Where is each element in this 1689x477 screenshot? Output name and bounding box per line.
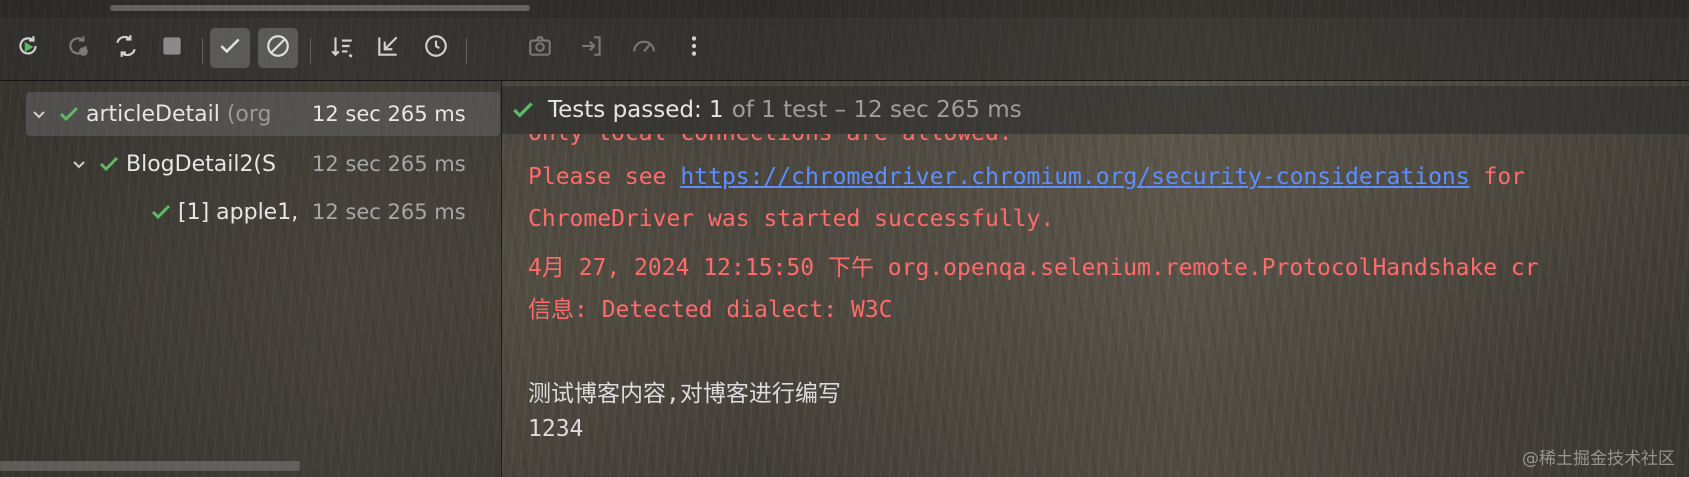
show-ignored-toggle[interactable] bbox=[258, 28, 298, 68]
more-options-button[interactable] bbox=[674, 28, 714, 68]
more-vertical-icon bbox=[681, 33, 707, 63]
tree-item-duration: 12 sec 265 ms bbox=[312, 152, 466, 176]
toolbar-divider bbox=[202, 38, 203, 64]
check-passed-icon bbox=[52, 102, 86, 126]
rerun-button[interactable] bbox=[8, 28, 48, 68]
console-line: ChromeDriver was started successfully. bbox=[528, 206, 1055, 232]
speedometer-icon bbox=[631, 33, 657, 63]
console-line: Only local connections are allowed. bbox=[528, 134, 1013, 146]
rerun-icon bbox=[15, 33, 41, 63]
show-passed-toggle[interactable] bbox=[210, 28, 250, 68]
chevron-down-icon[interactable] bbox=[66, 156, 92, 172]
check-passed-icon bbox=[92, 152, 126, 176]
checkmark-icon bbox=[217, 33, 243, 63]
chevron-down-icon[interactable] bbox=[26, 106, 52, 122]
tests-passed-label: Tests passed: 1 bbox=[548, 97, 724, 123]
test-status-bar: Tests passed: 1 of 1 test – 12 sec 265 m… bbox=[502, 86, 1689, 134]
console-line: Please see https://chromedriver.chromium… bbox=[528, 164, 1525, 190]
tree-item-articleDetail[interactable]: articleDetail (org 12 sec 265 ms bbox=[26, 92, 500, 136]
ban-icon bbox=[265, 33, 291, 63]
check-passed-icon bbox=[510, 97, 536, 123]
test-tree-panel bbox=[0, 81, 502, 477]
collapse-icon bbox=[375, 33, 401, 63]
toggle-auto-test-button[interactable] bbox=[106, 28, 146, 68]
sort-button[interactable] bbox=[322, 28, 362, 68]
watermark: @稀土掘金技术社区 bbox=[1522, 449, 1675, 469]
import-icon bbox=[579, 33, 605, 63]
console-text: Please see bbox=[528, 164, 681, 190]
history-icon bbox=[423, 33, 449, 63]
screenshot-button[interactable] bbox=[520, 28, 560, 68]
tree-item-label: articleDetail (org bbox=[86, 101, 272, 127]
tree-item-apple1[interactable]: [1] apple1, 12 sec 265 ms bbox=[144, 190, 500, 234]
stop-icon bbox=[159, 33, 185, 63]
tree-item-label: BlogDetail2(S bbox=[126, 151, 276, 177]
console-line: 4月 27, 2024 12:15:50 下午 org.openqa.selen… bbox=[528, 255, 1539, 281]
speedometer-button[interactable] bbox=[624, 28, 664, 68]
collapse-button[interactable] bbox=[368, 28, 408, 68]
console-line: 信息: Detected dialect: W3C bbox=[528, 297, 893, 323]
top-scrollbar[interactable] bbox=[110, 5, 530, 11]
console-output[interactable]: Only local connections are allowed. Plea… bbox=[528, 134, 1689, 477]
camera-icon bbox=[527, 33, 553, 63]
console-text: for bbox=[1469, 164, 1526, 190]
toolbar-divider bbox=[466, 38, 467, 64]
rerun-failed-icon bbox=[65, 33, 91, 63]
import-button[interactable] bbox=[572, 28, 612, 68]
stop-button[interactable] bbox=[152, 28, 192, 68]
console-line: 测试博客内容,对博客进行编写 bbox=[528, 381, 841, 407]
check-passed-icon bbox=[144, 200, 178, 224]
tree-item-label: [1] apple1, bbox=[178, 199, 299, 225]
security-link[interactable]: https://chromedriver.chromium.org/securi… bbox=[680, 164, 1469, 190]
console-line: 1234 bbox=[528, 416, 584, 442]
tree-item-BlogDetail2[interactable]: BlogDetail2(S 12 sec 265 ms bbox=[66, 142, 500, 186]
tree-horizontal-scrollbar[interactable] bbox=[0, 461, 300, 471]
toolbar-divider bbox=[310, 38, 311, 64]
tree-item-duration: 12 sec 265 ms bbox=[312, 102, 466, 126]
rerun-failed-button[interactable] bbox=[58, 28, 98, 68]
test-runner-toolbar bbox=[0, 18, 1689, 81]
history-button[interactable] bbox=[416, 28, 456, 68]
sort-icon bbox=[329, 33, 355, 63]
tree-item-duration: 12 sec 265 ms bbox=[312, 200, 466, 224]
tests-passed-detail: of 1 test – 12 sec 265 ms bbox=[731, 97, 1022, 123]
toggle-auto-test-icon bbox=[113, 33, 139, 63]
